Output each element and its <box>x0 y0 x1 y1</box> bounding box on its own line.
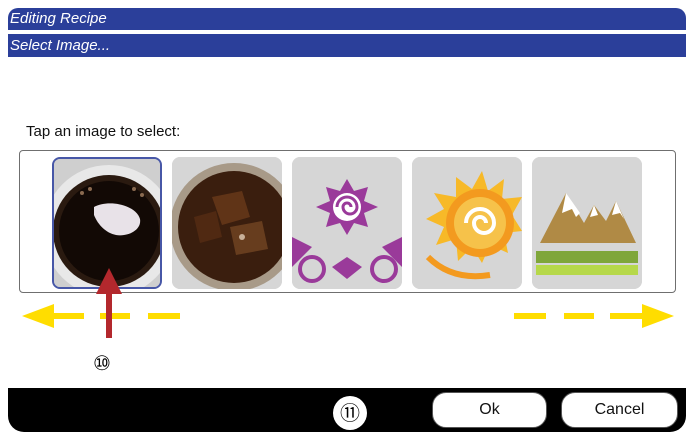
ok-button[interactable]: Ok <box>432 392 547 428</box>
scroll-right-arrow-icon <box>514 304 674 328</box>
step-10-callout: ⑩ <box>93 351 111 375</box>
scroll-left-arrow-icon <box>22 304 180 328</box>
cancel-button[interactable]: Cancel <box>561 392 678 428</box>
step-11-callout: ⑪ <box>333 396 367 430</box>
red-pointer-arrow-icon <box>96 268 122 338</box>
